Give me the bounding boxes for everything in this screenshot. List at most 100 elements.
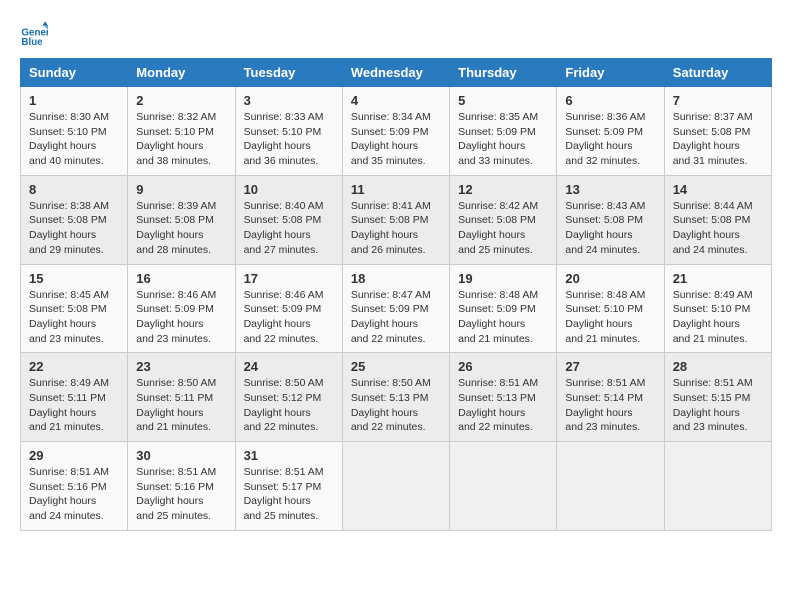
calendar-row: 8 Sunrise: 8:38 AM Sunset: 5:08 PM Dayli… [21, 175, 772, 264]
day-number: 1 [29, 93, 119, 108]
day-info: Sunrise: 8:51 AM Sunset: 5:14 PM Dayligh… [565, 376, 655, 435]
day-info: Sunrise: 8:30 AM Sunset: 5:10 PM Dayligh… [29, 110, 119, 169]
day-info: Sunrise: 8:47 AM Sunset: 5:09 PM Dayligh… [351, 288, 441, 347]
day-number: 30 [136, 448, 226, 463]
calendar-cell: 18 Sunrise: 8:47 AM Sunset: 5:09 PM Dayl… [342, 264, 449, 353]
calendar-cell: 29 Sunrise: 8:51 AM Sunset: 5:16 PM Dayl… [21, 442, 128, 531]
day-info: Sunrise: 8:40 AM Sunset: 5:08 PM Dayligh… [244, 199, 334, 258]
calendar-row: 22 Sunrise: 8:49 AM Sunset: 5:11 PM Dayl… [21, 353, 772, 442]
day-info: Sunrise: 8:51 AM Sunset: 5:16 PM Dayligh… [29, 465, 119, 524]
weekday-header-cell: Monday [128, 59, 235, 87]
day-info: Sunrise: 8:38 AM Sunset: 5:08 PM Dayligh… [29, 199, 119, 258]
calendar-table: SundayMondayTuesdayWednesdayThursdayFrid… [20, 58, 772, 531]
weekday-header-cell: Wednesday [342, 59, 449, 87]
day-number: 28 [673, 359, 763, 374]
day-info: Sunrise: 8:51 AM Sunset: 5:17 PM Dayligh… [244, 465, 334, 524]
calendar-cell: 31 Sunrise: 8:51 AM Sunset: 5:17 PM Dayl… [235, 442, 342, 531]
calendar-cell: 20 Sunrise: 8:48 AM Sunset: 5:10 PM Dayl… [557, 264, 664, 353]
calendar-cell: 2 Sunrise: 8:32 AM Sunset: 5:10 PM Dayli… [128, 87, 235, 176]
day-info: Sunrise: 8:46 AM Sunset: 5:09 PM Dayligh… [136, 288, 226, 347]
calendar-cell: 22 Sunrise: 8:49 AM Sunset: 5:11 PM Dayl… [21, 353, 128, 442]
calendar-cell: 1 Sunrise: 8:30 AM Sunset: 5:10 PM Dayli… [21, 87, 128, 176]
day-number: 25 [351, 359, 441, 374]
day-info: Sunrise: 8:50 AM Sunset: 5:13 PM Dayligh… [351, 376, 441, 435]
day-number: 15 [29, 271, 119, 286]
day-number: 24 [244, 359, 334, 374]
day-number: 9 [136, 182, 226, 197]
day-info: Sunrise: 8:35 AM Sunset: 5:09 PM Dayligh… [458, 110, 548, 169]
weekday-header-row: SundayMondayTuesdayWednesdayThursdayFrid… [21, 59, 772, 87]
day-number: 29 [29, 448, 119, 463]
day-number: 19 [458, 271, 548, 286]
day-info: Sunrise: 8:49 AM Sunset: 5:10 PM Dayligh… [673, 288, 763, 347]
calendar-cell [342, 442, 449, 531]
day-info: Sunrise: 8:36 AM Sunset: 5:09 PM Dayligh… [565, 110, 655, 169]
day-info: Sunrise: 8:42 AM Sunset: 5:08 PM Dayligh… [458, 199, 548, 258]
day-number: 22 [29, 359, 119, 374]
day-info: Sunrise: 8:48 AM Sunset: 5:09 PM Dayligh… [458, 288, 548, 347]
day-info: Sunrise: 8:45 AM Sunset: 5:08 PM Dayligh… [29, 288, 119, 347]
calendar-cell: 9 Sunrise: 8:39 AM Sunset: 5:08 PM Dayli… [128, 175, 235, 264]
calendar-cell: 3 Sunrise: 8:33 AM Sunset: 5:10 PM Dayli… [235, 87, 342, 176]
day-number: 10 [244, 182, 334, 197]
day-number: 11 [351, 182, 441, 197]
day-number: 13 [565, 182, 655, 197]
calendar-cell: 21 Sunrise: 8:49 AM Sunset: 5:10 PM Dayl… [664, 264, 771, 353]
day-info: Sunrise: 8:50 AM Sunset: 5:11 PM Dayligh… [136, 376, 226, 435]
calendar-cell: 8 Sunrise: 8:38 AM Sunset: 5:08 PM Dayli… [21, 175, 128, 264]
calendar-cell: 11 Sunrise: 8:41 AM Sunset: 5:08 PM Dayl… [342, 175, 449, 264]
calendar-cell: 7 Sunrise: 8:37 AM Sunset: 5:08 PM Dayli… [664, 87, 771, 176]
calendar-cell: 25 Sunrise: 8:50 AM Sunset: 5:13 PM Dayl… [342, 353, 449, 442]
calendar-cell: 4 Sunrise: 8:34 AM Sunset: 5:09 PM Dayli… [342, 87, 449, 176]
calendar-cell [557, 442, 664, 531]
day-number: 18 [351, 271, 441, 286]
day-info: Sunrise: 8:43 AM Sunset: 5:08 PM Dayligh… [565, 199, 655, 258]
day-info: Sunrise: 8:32 AM Sunset: 5:10 PM Dayligh… [136, 110, 226, 169]
calendar-cell: 19 Sunrise: 8:48 AM Sunset: 5:09 PM Dayl… [450, 264, 557, 353]
day-info: Sunrise: 8:33 AM Sunset: 5:10 PM Dayligh… [244, 110, 334, 169]
day-info: Sunrise: 8:37 AM Sunset: 5:08 PM Dayligh… [673, 110, 763, 169]
weekday-header-cell: Thursday [450, 59, 557, 87]
calendar-cell: 28 Sunrise: 8:51 AM Sunset: 5:15 PM Dayl… [664, 353, 771, 442]
weekday-header-cell: Friday [557, 59, 664, 87]
day-number: 3 [244, 93, 334, 108]
day-number: 14 [673, 182, 763, 197]
day-info: Sunrise: 8:51 AM Sunset: 5:13 PM Dayligh… [458, 376, 548, 435]
day-info: Sunrise: 8:34 AM Sunset: 5:09 PM Dayligh… [351, 110, 441, 169]
weekday-header-cell: Sunday [21, 59, 128, 87]
day-number: 26 [458, 359, 548, 374]
day-info: Sunrise: 8:48 AM Sunset: 5:10 PM Dayligh… [565, 288, 655, 347]
weekday-header-cell: Tuesday [235, 59, 342, 87]
day-info: Sunrise: 8:49 AM Sunset: 5:11 PM Dayligh… [29, 376, 119, 435]
day-number: 7 [673, 93, 763, 108]
calendar-cell: 27 Sunrise: 8:51 AM Sunset: 5:14 PM Dayl… [557, 353, 664, 442]
calendar-cell [450, 442, 557, 531]
logo-icon: General Blue [20, 20, 48, 48]
calendar-cell: 12 Sunrise: 8:42 AM Sunset: 5:08 PM Dayl… [450, 175, 557, 264]
header: General Blue [20, 20, 772, 48]
day-number: 20 [565, 271, 655, 286]
calendar-row: 1 Sunrise: 8:30 AM Sunset: 5:10 PM Dayli… [21, 87, 772, 176]
day-number: 2 [136, 93, 226, 108]
day-number: 21 [673, 271, 763, 286]
day-number: 23 [136, 359, 226, 374]
calendar-cell: 10 Sunrise: 8:40 AM Sunset: 5:08 PM Dayl… [235, 175, 342, 264]
day-number: 27 [565, 359, 655, 374]
day-number: 17 [244, 271, 334, 286]
day-info: Sunrise: 8:50 AM Sunset: 5:12 PM Dayligh… [244, 376, 334, 435]
day-info: Sunrise: 8:44 AM Sunset: 5:08 PM Dayligh… [673, 199, 763, 258]
calendar-cell: 13 Sunrise: 8:43 AM Sunset: 5:08 PM Dayl… [557, 175, 664, 264]
calendar-cell [664, 442, 771, 531]
day-info: Sunrise: 8:41 AM Sunset: 5:08 PM Dayligh… [351, 199, 441, 258]
calendar-row: 15 Sunrise: 8:45 AM Sunset: 5:08 PM Dayl… [21, 264, 772, 353]
calendar-cell: 6 Sunrise: 8:36 AM Sunset: 5:09 PM Dayli… [557, 87, 664, 176]
calendar-cell: 15 Sunrise: 8:45 AM Sunset: 5:08 PM Dayl… [21, 264, 128, 353]
day-info: Sunrise: 8:39 AM Sunset: 5:08 PM Dayligh… [136, 199, 226, 258]
day-number: 5 [458, 93, 548, 108]
calendar-cell: 24 Sunrise: 8:50 AM Sunset: 5:12 PM Dayl… [235, 353, 342, 442]
day-info: Sunrise: 8:51 AM Sunset: 5:16 PM Dayligh… [136, 465, 226, 524]
day-number: 12 [458, 182, 548, 197]
svg-text:Blue: Blue [21, 37, 43, 48]
day-number: 16 [136, 271, 226, 286]
day-info: Sunrise: 8:51 AM Sunset: 5:15 PM Dayligh… [673, 376, 763, 435]
